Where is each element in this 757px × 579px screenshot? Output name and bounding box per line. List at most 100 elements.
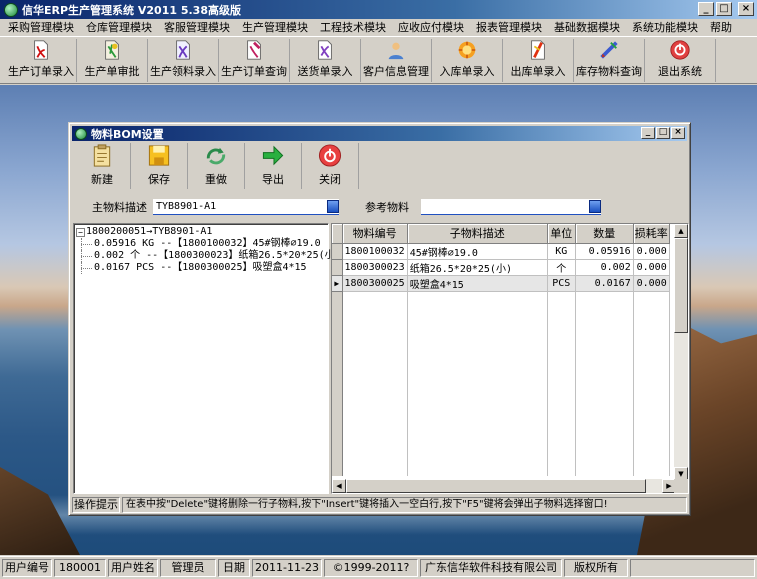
bom-toolbar: 新建 保存 重做 导出 关闭: [72, 143, 687, 190]
cell-code[interactable]: 1800300025: [342, 275, 408, 292]
cell-unit[interactable]: PCS: [547, 275, 576, 292]
col-loss-rate[interactable]: 损耗率: [633, 224, 670, 244]
table-row[interactable]: 1800100032 45#钢棒∅19.0 KG 0.05916 0.000: [332, 243, 670, 260]
exit-system-button[interactable]: 退出系统: [645, 39, 716, 82]
hint-text: 在表中按"Delete"键将删除一行子物料,按下"Insert"键将插入一空白行…: [122, 496, 687, 513]
app-title: 信华ERP生产管理系统 V2011 5.38高级版: [22, 3, 241, 17]
bom-close-button[interactable]: ×: [671, 127, 685, 139]
table-row-selected[interactable]: ▶ 1800300025 吸塑盒4*15 PCS 0.0167 0.000: [332, 275, 670, 292]
tree-child-node[interactable]: 0.002 个 --【1800300023】纸箱26.5*20*25(小): [76, 250, 341, 262]
menu-receivable-payable[interactable]: 应收应付模块: [392, 20, 470, 36]
col-material-code[interactable]: 物料编号: [342, 224, 408, 244]
status-spare-panel: [630, 559, 755, 577]
close-button[interactable]: ×: [738, 2, 754, 16]
bom-minimize-button[interactable]: _: [641, 127, 655, 139]
save-button[interactable]: 保存: [131, 143, 188, 189]
new-button[interactable]: 新建: [74, 143, 131, 189]
ref-material-picker-button[interactable]: [589, 200, 601, 213]
menu-production[interactable]: 生产管理模块: [236, 20, 314, 36]
customer-info-button[interactable]: 客户信息管理: [361, 39, 432, 82]
floppy-icon: [148, 145, 170, 166]
stock-in-icon: [458, 41, 476, 59]
inventory-query-button[interactable]: 库存物料查询: [574, 39, 645, 82]
user-no-label: 用户编号: [2, 559, 52, 577]
menu-warehouse[interactable]: 仓库管理模块: [80, 20, 158, 36]
cell-code[interactable]: 1800100032: [342, 243, 408, 260]
stock-out-entry-button[interactable]: 出库单录入: [503, 39, 574, 82]
cell-qty[interactable]: 0.002: [575, 259, 634, 276]
close-window-button[interactable]: 关闭: [302, 143, 359, 189]
app-logo-icon: [4, 2, 18, 17]
menu-help[interactable]: 帮助: [704, 20, 738, 36]
cell-desc[interactable]: 吸塑盒4*15: [407, 275, 548, 292]
cell-loss[interactable]: 0.000: [633, 259, 670, 276]
main-material-input[interactable]: TYB8901-A1: [153, 199, 339, 215]
tree-child-node[interactable]: 0.05916 KG --【1800100032】45#钢棒∅19.0: [76, 238, 328, 250]
cell-loss[interactable]: 0.000: [633, 275, 670, 292]
menu-customer-service[interactable]: 客服管理模块: [158, 20, 236, 36]
production-approval-button[interactable]: 生产单审批: [77, 39, 148, 82]
redo-icon: [206, 147, 226, 165]
tree-child-node[interactable]: 0.0167 PCS --【1800300025】吸塑盒4*15: [76, 262, 328, 274]
customer-icon: [388, 42, 404, 60]
main-toolbar: 生产订单录入 生产单审批 生产领料录入 生产订单查询 送货单录入 客户信息管理 …: [0, 37, 757, 84]
production-order-entry-button[interactable]: 生产订单录入: [6, 39, 77, 82]
empty-grid-area: [332, 291, 670, 476]
scroll-left-icon[interactable]: ◀: [332, 479, 346, 493]
menu-base-data[interactable]: 基础数据模块: [548, 20, 626, 36]
cell-unit[interactable]: 个: [547, 259, 576, 276]
inventory-icon: [600, 41, 618, 59]
current-row-arrow-icon[interactable]: ▶: [332, 275, 343, 292]
approve-icon: [105, 40, 119, 60]
menu-purchase[interactable]: 采购管理模块: [2, 20, 80, 36]
minimize-button[interactable]: _: [698, 2, 714, 16]
company-name: 广东信华软件科技有限公司: [420, 559, 562, 577]
bom-window-title-bar: 物料BOM设置 _ □ ×: [72, 126, 687, 141]
col-sub-material-desc[interactable]: 子物料描述: [407, 224, 548, 244]
cell-desc[interactable]: 纸箱26.5*20*25(小): [407, 259, 548, 276]
scroll-thumb-horizontal[interactable]: [346, 479, 646, 493]
row-indicator[interactable]: [332, 259, 343, 276]
maximize-button[interactable]: □: [716, 2, 732, 16]
material-requisition-button[interactable]: 生产领料录入: [148, 39, 219, 82]
cell-desc[interactable]: 45#钢棒∅19.0: [407, 243, 548, 260]
ref-material-input[interactable]: [421, 199, 601, 215]
cell-qty[interactable]: 0.05916: [575, 243, 634, 260]
grid-vertical-scrollbar[interactable]: ▲ ▼: [674, 224, 688, 481]
hint-label: 操作提示: [72, 496, 120, 513]
menu-system[interactable]: 系统功能模块: [626, 20, 704, 36]
collapse-toggle[interactable]: −: [76, 227, 85, 237]
bom-maximize-button[interactable]: □: [656, 127, 670, 139]
order-query-icon: [247, 40, 261, 60]
col-quantity[interactable]: 数量: [575, 224, 634, 244]
cell-qty[interactable]: 0.0167: [575, 275, 634, 292]
copyright-text: ©1999-2011?: [324, 559, 418, 577]
scroll-up-icon[interactable]: ▲: [674, 224, 688, 238]
stock-in-entry-button[interactable]: 入库单录入: [432, 39, 503, 82]
user-name-label: 用户姓名: [108, 559, 158, 577]
menu-reports[interactable]: 报表管理模块: [470, 20, 548, 36]
date-value: 2011-11-23: [252, 559, 322, 577]
cell-code[interactable]: 1800300023: [342, 259, 408, 276]
menu-engineering[interactable]: 工程技术模块: [314, 20, 392, 36]
scroll-thumb[interactable]: [674, 238, 688, 333]
main-material-picker-button[interactable]: [327, 200, 339, 213]
row-indicator[interactable]: [332, 243, 343, 260]
cell-unit[interactable]: KG: [547, 243, 576, 260]
delivery-entry-button[interactable]: 送货单录入: [290, 39, 361, 82]
export-button[interactable]: 导出: [245, 143, 302, 189]
tree-root-node[interactable]: − 1800200051→TYB8901-A1: [76, 226, 328, 238]
cell-loss[interactable]: 0.000: [633, 243, 670, 260]
table-row[interactable]: 1800300023 纸箱26.5*20*25(小) 个 0.002 0.000: [332, 259, 670, 276]
document-icon: [34, 40, 48, 60]
delivery-icon: [318, 40, 332, 60]
redo-button[interactable]: 重做: [188, 143, 245, 189]
grid-horizontal-scrollbar[interactable]: ◀ ▶: [332, 479, 676, 493]
grid-header-row: 物料编号 子物料描述 单位 数量 损耗率: [332, 224, 670, 244]
scroll-corner: [674, 479, 688, 493]
close-circle-icon: [318, 144, 342, 167]
window-logo-icon: [75, 127, 87, 140]
col-unit[interactable]: 单位: [547, 224, 576, 244]
bom-setup-window: 物料BOM设置 _ □ × 新建 保存 重做 导出 关闭 主物料描述 TYB89…: [68, 122, 691, 516]
production-order-query-button[interactable]: 生产订单查询: [219, 39, 290, 82]
